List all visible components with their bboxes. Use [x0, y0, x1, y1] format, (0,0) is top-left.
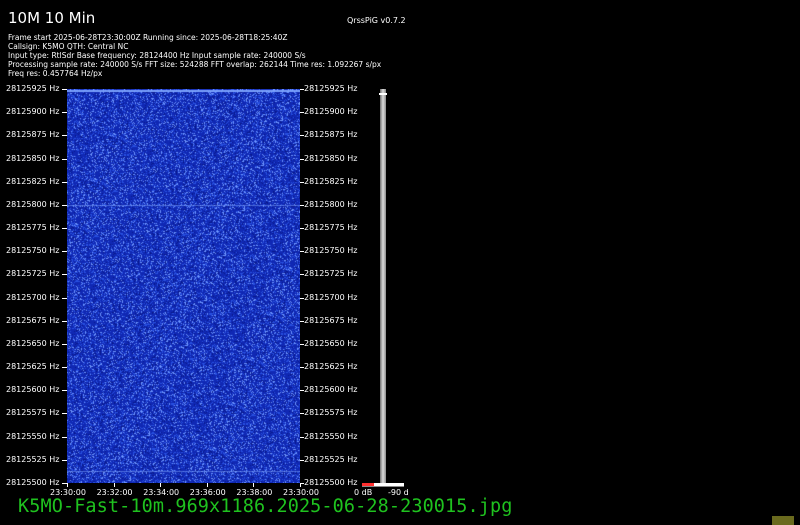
frequency-label-right: 28125900 Hz — [304, 107, 358, 117]
time-tick — [253, 483, 254, 487]
info-line-processing: Processing sample rate: 240000 S/s FFT s… — [8, 60, 382, 69]
time-tick — [67, 483, 68, 487]
frequency-label-right: 28125875 Hz — [304, 130, 358, 140]
frequency-label-left: 28125700 Hz — [6, 292, 60, 302]
frequency-label-right: 28125625 Hz — [304, 362, 358, 372]
frequency-tick — [300, 205, 304, 206]
frequency-tick — [300, 390, 304, 391]
frequency-tick — [300, 251, 304, 252]
frequency-tick — [300, 413, 304, 414]
frequency-label-right: 28125750 Hz — [304, 246, 358, 256]
frequency-label-left: 28125500 Hz — [6, 478, 60, 487]
frequency-label-left: 28125800 Hz — [6, 199, 60, 209]
time-tick — [207, 483, 208, 487]
frequency-label-right: 28125600 Hz — [304, 385, 358, 395]
frequency-tick — [300, 112, 304, 113]
info-line-input: Input type: RtlSdr Base frequency: 28124… — [8, 51, 306, 60]
frequency-label-right: 28125650 Hz — [304, 338, 358, 348]
frequency-label-left: 28125675 Hz — [6, 315, 60, 325]
frequency-label-left: 28125650 Hz — [6, 338, 60, 348]
frequency-label-left: 28125900 Hz — [6, 107, 60, 117]
frequency-tick — [300, 321, 304, 322]
frequency-label-right: 28125675 Hz — [304, 315, 358, 325]
frequency-tick — [300, 437, 304, 438]
frequency-label-right: 28125575 Hz — [304, 408, 358, 418]
frequency-label-left: 28125775 Hz — [6, 223, 60, 233]
frequency-tick — [300, 460, 304, 461]
frequency-tick — [300, 274, 304, 275]
frequency-label-left: 28125925 Hz — [6, 84, 60, 93]
frequency-label-right: 28125525 Hz — [304, 454, 358, 464]
frequency-label-right: 28125550 Hz — [304, 431, 358, 441]
chart-title: 10M 10 Min — [8, 9, 96, 27]
frequency-tick — [300, 298, 304, 299]
frequency-label-left: 28125750 Hz — [6, 246, 60, 256]
frequency-tick — [300, 159, 304, 160]
info-line-callsign: Callsign: K5MO QTH: Central NC — [8, 42, 129, 51]
frequency-label-left: 28125875 Hz — [6, 130, 60, 140]
frequency-label-left: 28125550 Hz — [6, 431, 60, 441]
time-tick — [114, 483, 115, 487]
frequency-label-left: 28125600 Hz — [6, 385, 60, 395]
info-line-frame: Frame start 2025-06-28T23:30:00Z Running… — [8, 33, 288, 42]
frequency-label-right: 28125500 Hz — [304, 478, 358, 487]
frequency-label-right: 28125800 Hz — [304, 199, 358, 209]
frequency-label-left: 28125575 Hz — [6, 408, 60, 418]
frequency-label-right: 28125925 Hz — [304, 84, 358, 93]
frequency-label-right: 28125725 Hz — [304, 269, 358, 279]
frequency-label-left: 28125625 Hz — [6, 362, 60, 372]
frequency-label-right: 28125775 Hz — [304, 223, 358, 233]
time-tick — [300, 483, 301, 487]
frequency-label-left: 28125825 Hz — [6, 176, 60, 186]
frequency-tick — [300, 344, 304, 345]
frequency-tick — [300, 89, 304, 90]
db-scale-bar — [379, 89, 387, 483]
frequency-label-right: 28125850 Hz — [304, 153, 358, 163]
info-line-freq-res: Freq res: 0.457764 Hz/px — [8, 69, 103, 78]
frequency-tick — [300, 135, 304, 136]
software-version: QrssPiG v0.7.2 — [347, 16, 406, 25]
frequency-label-left: 28125725 Hz — [6, 269, 60, 279]
frequency-tick — [300, 182, 304, 183]
corner-marker — [772, 516, 794, 525]
image-filename-caption: K5MO-Fast-10m.969x1186.2025-06-28-230015… — [18, 496, 513, 517]
frequency-label-left: 28125850 Hz — [6, 153, 60, 163]
frequency-tick — [300, 228, 304, 229]
time-tick — [160, 483, 161, 487]
waterfall-spectrogram — [67, 89, 300, 483]
frequency-label-right: 28125700 Hz — [304, 292, 358, 302]
frequency-label-left: 28125525 Hz — [6, 454, 60, 464]
frequency-label-right: 28125825 Hz — [304, 176, 358, 186]
frequency-tick — [300, 367, 304, 368]
